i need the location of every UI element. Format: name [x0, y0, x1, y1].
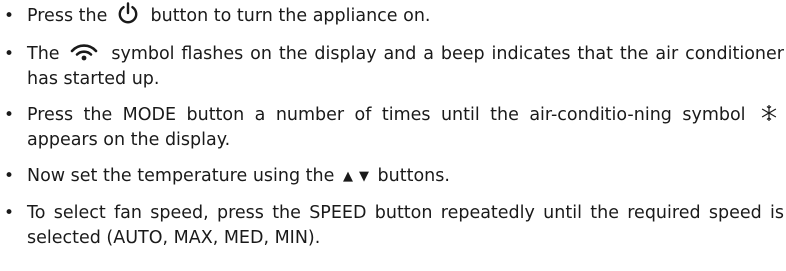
down-arrow-icon: ▼	[358, 169, 369, 184]
bullet: •	[4, 203, 15, 223]
snowflake-icon	[760, 104, 778, 122]
bullet: •	[4, 44, 15, 64]
instruction-text-before: Press the MODE button a number of times …	[27, 105, 746, 125]
wifi-signal-icon	[70, 43, 98, 61]
instruction-item-power: • Press the button to turn the appliance…	[0, 2, 786, 29]
power-icon	[117, 2, 139, 24]
bullet: •	[4, 105, 15, 125]
instruction-item-startup: • The symbol flashes on the display and …	[0, 42, 786, 92]
instruction-text-before: Now set the temperature using the	[27, 166, 335, 186]
instruction-item-fan-speed: • To select fan speed, press the SPEED b…	[0, 201, 786, 251]
instruction-list: • Press the button to turn the appliance…	[0, 2, 786, 262]
bullet: •	[4, 6, 15, 26]
instruction-text-before: Press the	[27, 6, 108, 26]
instruction-text-after: symbol flashes on the display and a beep…	[27, 44, 784, 89]
instruction-item-mode: • Press the MODE button a number of time…	[0, 103, 786, 153]
instruction-text-after: buttons.	[377, 166, 450, 186]
up-arrow-icon: ▲	[342, 169, 353, 184]
instruction-text: To select fan speed, press the SPEED but…	[27, 203, 784, 248]
instruction-text-after: button to turn the appliance on.	[150, 6, 431, 26]
bullet: •	[4, 166, 15, 186]
instruction-item-temperature: • Now set the temperature using the ▲ ▼ b…	[0, 164, 786, 190]
instruction-text-after: appears on the display.	[27, 130, 231, 150]
instruction-text-before: The	[27, 44, 60, 64]
